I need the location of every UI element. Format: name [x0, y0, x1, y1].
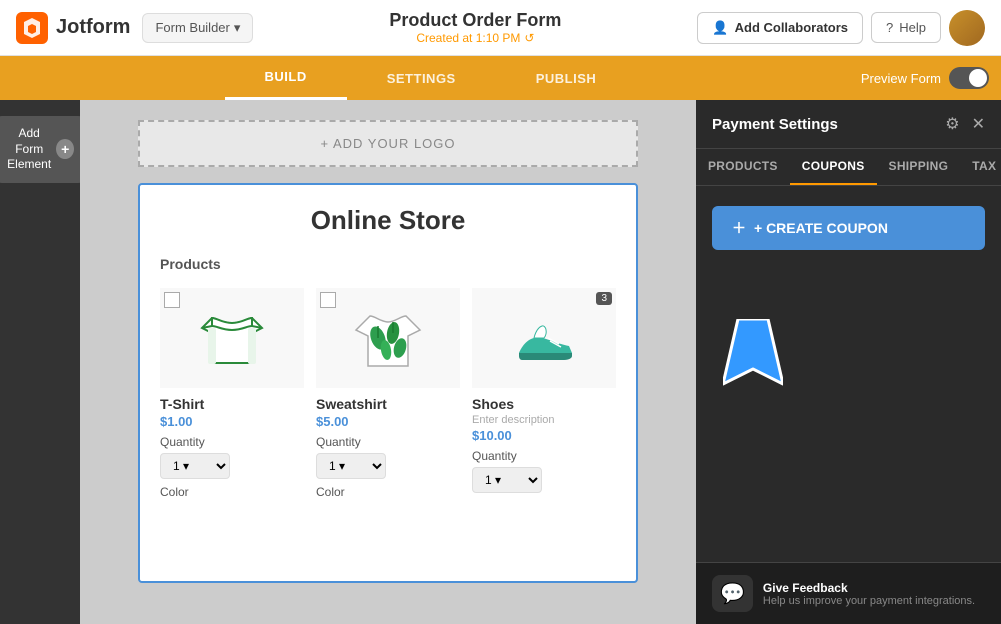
- preview-area: Preview Form: [861, 67, 989, 89]
- user-avatar[interactable]: [949, 10, 985, 46]
- panel-tabs: PRODUCTS COUPONS SHIPPING TAX INVOICE: [696, 149, 1001, 186]
- add-form-label: Add FormElement: [6, 126, 52, 173]
- product-image-sweatshirt: [316, 288, 460, 388]
- nav-tab-settings[interactable]: SETTINGS: [347, 56, 496, 100]
- product-badge: 3: [596, 292, 612, 305]
- panel-icons: ⚙ ✕: [945, 114, 985, 134]
- product-qty-select[interactable]: 1 ▾: [316, 453, 386, 479]
- plus-icon: ＋: [732, 218, 746, 238]
- avatar-image: [949, 10, 985, 46]
- help-label: Help: [899, 20, 926, 35]
- nav-tab-publish[interactable]: PUBLISH: [496, 56, 637, 100]
- tab-tax[interactable]: TAX: [960, 149, 1001, 185]
- tab-products[interactable]: PRODUCTS: [696, 149, 790, 185]
- feedback-text: Give Feedback Help us improve your payme…: [763, 581, 975, 607]
- left-sidebar: Add FormElement +: [0, 100, 80, 624]
- product-name: Shoes: [472, 396, 616, 412]
- nav-bar: BUILD SETTINGS PUBLISH Preview Form: [0, 56, 1001, 100]
- top-header: Jotform Form Builder ▾ Product Order For…: [0, 0, 1001, 56]
- tab-shipping[interactable]: SHIPPING: [877, 149, 961, 185]
- product-qty-label: Quantity: [160, 435, 304, 449]
- feedback-title: Give Feedback: [763, 581, 975, 595]
- feedback-chat-icon[interactable]: 💬: [712, 575, 753, 612]
- header-right: 👤 Add Collaborators ? Help: [697, 10, 985, 46]
- user-icon: 👤: [712, 20, 728, 36]
- tshirt-svg: [192, 298, 272, 378]
- products-section: Products: [160, 256, 616, 499]
- product-qty-select[interactable]: 1 ▾: [160, 453, 230, 479]
- list-item: 3: [472, 288, 616, 499]
- create-coupon-button[interactable]: ＋ + CREATE COUPON: [712, 206, 985, 250]
- preview-toggle[interactable]: [949, 67, 989, 89]
- add-collaborators-button[interactable]: 👤 Add Collaborators: [697, 12, 863, 44]
- product-color-label: Color: [160, 485, 304, 499]
- list-item: T-Shirt $1.00 Quantity 1 ▾ Color: [160, 288, 304, 499]
- main-area: Add FormElement + + ADD YOUR LOGO Online…: [0, 100, 1001, 624]
- form-subtitle: Created at 1:10 PM ↺: [265, 31, 685, 45]
- sync-icon: ↺: [524, 31, 534, 45]
- close-icon[interactable]: ✕: [972, 114, 985, 134]
- form-subtitle-text: Created at 1:10 PM: [416, 31, 520, 45]
- help-button[interactable]: ? Help: [871, 12, 941, 43]
- question-icon: ?: [886, 20, 893, 35]
- list-item: Sweatshirt $5.00 Quantity 1 ▾ Color: [316, 288, 460, 499]
- feedback-description: Help us improve your payment integration…: [763, 595, 975, 607]
- product-image-shoes: [472, 288, 616, 388]
- form-card: Online Store Products: [138, 183, 638, 583]
- header-center: Product Order Form Created at 1:10 PM ↺: [265, 10, 685, 45]
- create-coupon-label: + CREATE COUPON: [754, 220, 888, 236]
- add-icon: +: [56, 139, 74, 159]
- shoes-svg: [504, 298, 584, 378]
- product-price: $5.00: [316, 414, 460, 429]
- products-label: Products: [160, 256, 616, 272]
- product-price: $1.00: [160, 414, 304, 429]
- products-grid: T-Shirt $1.00 Quantity 1 ▾ Color: [160, 288, 616, 499]
- product-color-label: Color: [316, 485, 460, 499]
- form-builder-label: Form Builder: [155, 20, 229, 35]
- sweatshirt-svg: [348, 298, 428, 378]
- product-price: $10.00: [472, 428, 616, 443]
- product-image-wrap: [160, 288, 304, 388]
- product-checkbox[interactable]: [320, 292, 336, 308]
- product-enter-desc: Enter description: [472, 414, 616, 426]
- logo-text: Jotform: [56, 16, 130, 39]
- settings-gear-icon[interactable]: ⚙: [945, 114, 959, 134]
- product-image-wrap: [316, 288, 460, 388]
- tab-coupons[interactable]: COUPONS: [790, 149, 877, 185]
- product-qty-select[interactable]: 1 ▾: [472, 467, 542, 493]
- panel-title: Payment Settings: [712, 116, 838, 133]
- toggle-knob: [969, 69, 987, 87]
- form-title: Product Order Form: [265, 10, 685, 31]
- product-qty-label: Quantity: [316, 435, 460, 449]
- form-builder-button[interactable]: Form Builder ▾: [142, 13, 253, 43]
- product-name: T-Shirt: [160, 396, 304, 412]
- chevron-down-icon: ▾: [234, 20, 241, 36]
- nav-tab-build[interactable]: BUILD: [225, 56, 347, 100]
- feedback-bar: 💬 Give Feedback Help us improve your pay…: [696, 562, 1001, 624]
- panel-header: Payment Settings ⚙ ✕: [696, 100, 1001, 149]
- add-logo-bar[interactable]: + ADD YOUR LOGO: [138, 120, 638, 167]
- product-qty-label: Quantity: [472, 449, 616, 463]
- logo-area: Jotform: [16, 12, 130, 44]
- add-form-element-button[interactable]: Add FormElement +: [0, 116, 86, 183]
- preview-form-label: Preview Form: [861, 71, 941, 86]
- form-canvas: + ADD YOUR LOGO Online Store Products: [80, 100, 696, 624]
- product-checkbox[interactable]: [164, 292, 180, 308]
- nav-tabs: BUILD SETTINGS PUBLISH: [0, 56, 861, 100]
- panel-content: ＋ + CREATE COUPON: [696, 186, 1001, 624]
- product-image-tshirt: [160, 288, 304, 388]
- cursor-arrow: [723, 319, 783, 394]
- product-image-wrap: 3: [472, 288, 616, 388]
- form-card-title: Online Store: [160, 205, 616, 236]
- add-collaborators-label: Add Collaborators: [735, 20, 848, 35]
- product-name: Sweatshirt: [316, 396, 460, 412]
- jotform-logo-icon: [16, 12, 48, 44]
